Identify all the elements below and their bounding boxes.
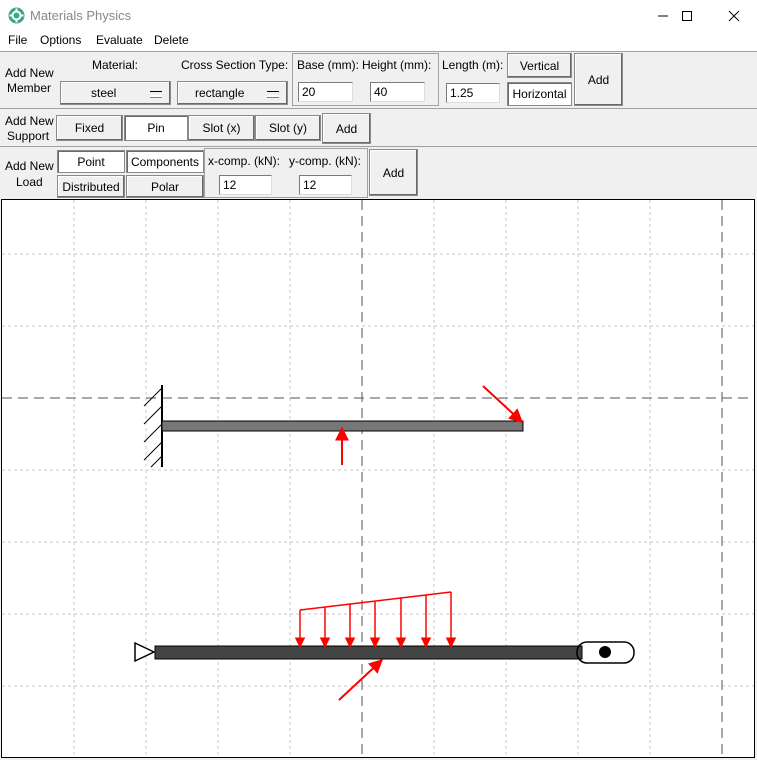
slot-support-icon [576, 641, 635, 664]
menu-delete[interactable]: Delete [154, 33, 189, 47]
menu-options[interactable]: Options [40, 33, 81, 47]
load-section-label-2: Load [16, 175, 43, 189]
height-label: Height (mm): [362, 58, 432, 72]
fixed-support-icon [143, 385, 163, 468]
dropdown-indicator-icon [150, 91, 162, 97]
point-load-button[interactable]: Point [57, 150, 125, 173]
gear-icon [8, 7, 25, 24]
member-beam [154, 645, 583, 660]
slot-y-support-button[interactable]: Slot (y) [255, 115, 321, 141]
dropdown-indicator-icon [267, 91, 279, 97]
menu-file[interactable]: File [8, 33, 27, 47]
base-input[interactable] [298, 82, 353, 102]
load-section-label: Add New [5, 159, 54, 173]
axes [2, 200, 754, 757]
point-load-arrow [482, 385, 524, 423]
material-label: Material: [92, 58, 139, 72]
add-load-button[interactable]: Add [369, 149, 418, 196]
point-load-arrow [338, 659, 384, 701]
cross-section-label: Cross Section Type: [181, 58, 289, 72]
maximize-button[interactable] [664, 0, 710, 31]
structure-drawing [2, 200, 754, 757]
grid [2, 200, 754, 757]
slot-x-support-button[interactable]: Slot (x) [188, 115, 255, 141]
add-member-button[interactable]: Add [574, 53, 623, 106]
base-label: Base (mm): [297, 58, 360, 72]
length-input[interactable] [446, 83, 500, 103]
pin-support-button[interactable]: Pin [124, 115, 188, 141]
x-comp-label: x-comp. (kN): [208, 154, 280, 168]
x-comp-input[interactable] [219, 175, 272, 195]
load-toolbar: Add New Load Point Distributed Component… [0, 146, 757, 199]
member-section-label-2: Member [7, 81, 52, 95]
distributed-load-button[interactable]: Distributed [57, 175, 125, 198]
vertical-button[interactable]: Vertical [507, 53, 572, 78]
drawing-canvas[interactable] [1, 199, 755, 758]
cross-section-dropdown[interactable]: rectangle [177, 81, 288, 105]
close-icon [728, 10, 740, 21]
maximize-icon [682, 10, 692, 21]
distributed-load-arrows [294, 591, 457, 649]
support-section-label: Add New [5, 114, 54, 128]
member-toolbar: Add New Member Material: steel Cross Sec… [0, 51, 757, 108]
y-comp-input[interactable] [299, 175, 352, 195]
support-section-label-2: Support [7, 129, 50, 143]
menu-evaluate[interactable]: Evaluate [96, 33, 143, 47]
title-bar: Materials Physics [0, 0, 757, 31]
height-input[interactable] [370, 82, 425, 102]
close-button[interactable] [711, 0, 757, 31]
fixed-support-button[interactable]: Fixed [56, 115, 123, 141]
length-label: Length (m): [442, 58, 504, 72]
cross-section-value: rectangle [195, 86, 245, 100]
material-value: steel [91, 86, 117, 100]
support-toolbar: Add New Support Fixed Pin Slot (x) Slot … [0, 108, 757, 147]
polar-button[interactable]: Polar [126, 175, 204, 198]
window-title: Materials Physics [30, 8, 132, 23]
add-support-button[interactable]: Add [322, 113, 371, 144]
horizontal-button[interactable]: Horizontal [507, 82, 572, 106]
pin-support-icon [134, 641, 156, 663]
material-dropdown[interactable]: steel [60, 81, 171, 105]
components-button[interactable]: Components [126, 150, 204, 173]
y-comp-label: y-comp. (kN): [289, 154, 361, 168]
member-section-label: Add New [5, 66, 54, 80]
menu-bar: File Options Evaluate Delete [0, 31, 757, 51]
